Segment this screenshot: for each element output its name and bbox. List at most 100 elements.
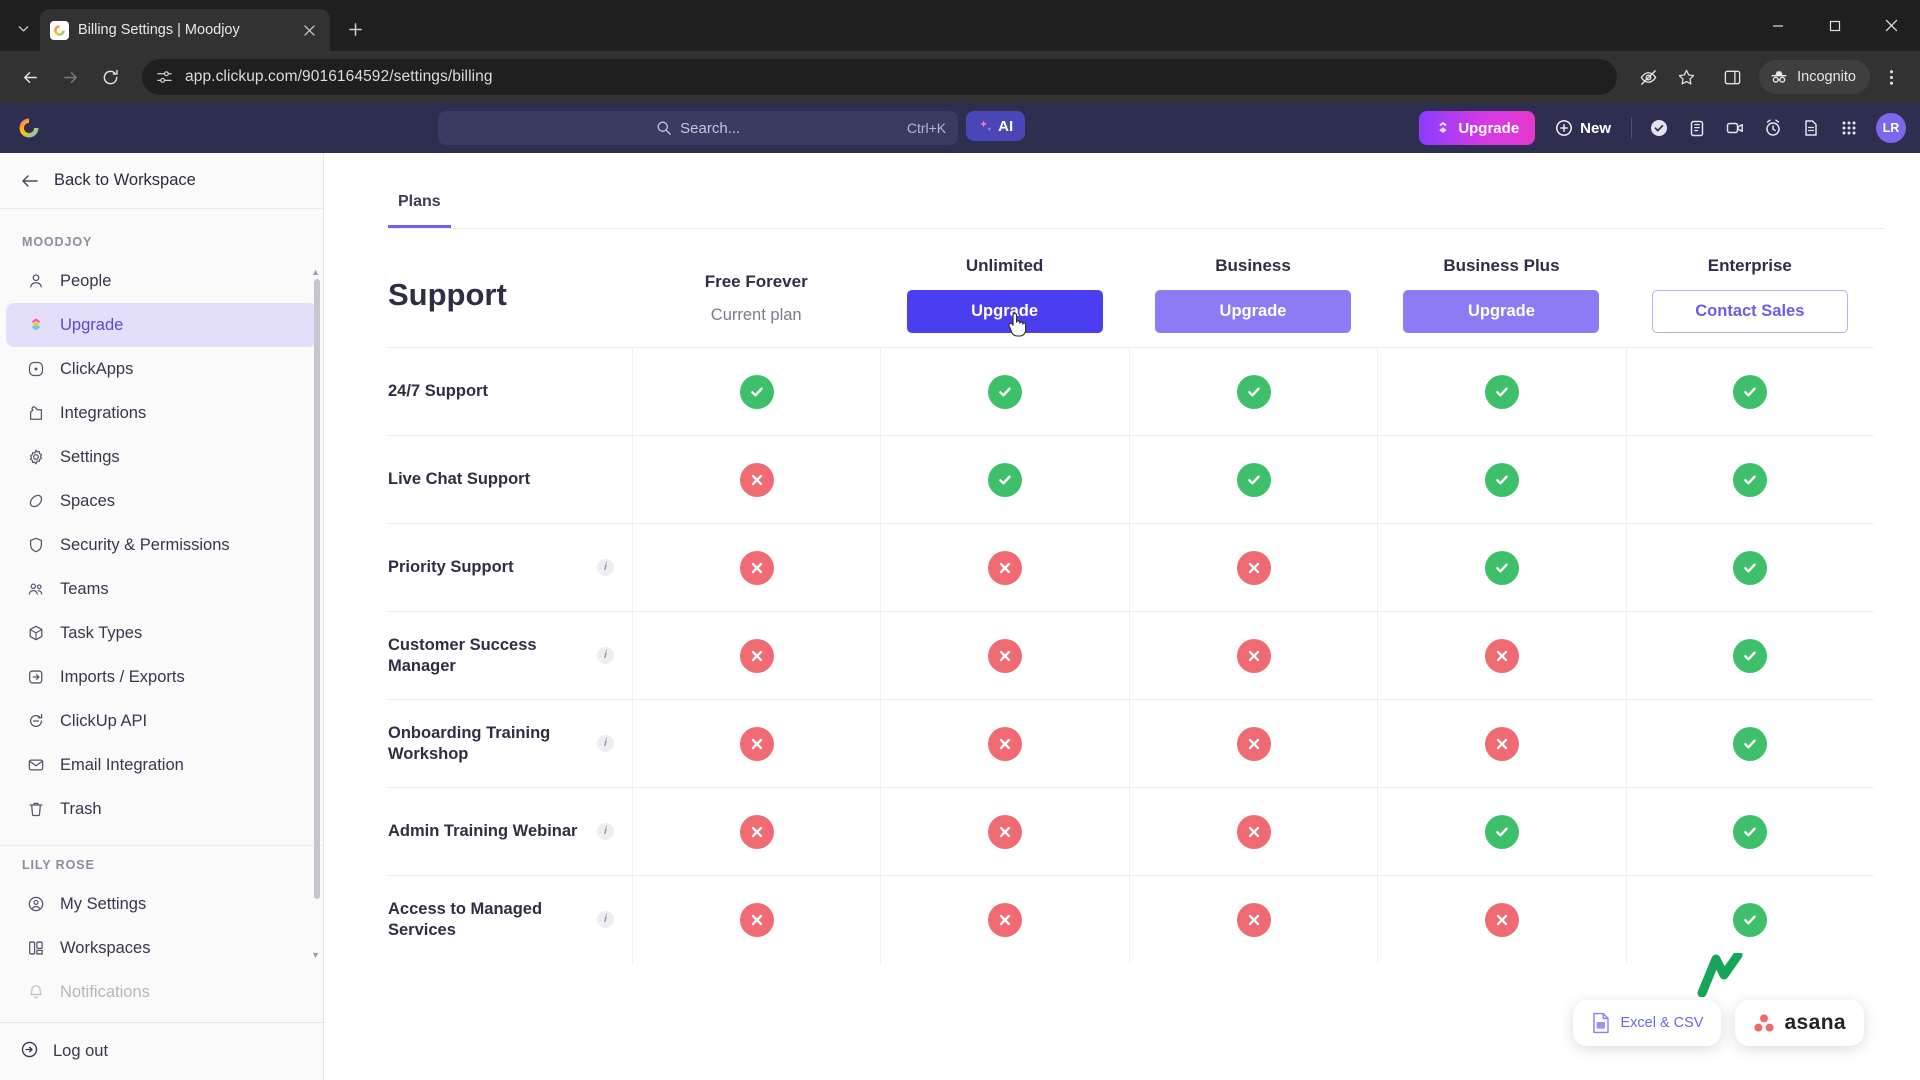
sidebar-scrollbar[interactable] xyxy=(314,279,320,899)
incognito-indicator[interactable]: Incognito xyxy=(1759,60,1870,94)
clickup-favicon-icon xyxy=(50,20,69,40)
info-icon[interactable]: i xyxy=(597,911,614,928)
x-circle-icon xyxy=(988,638,1023,673)
bookmark-star-icon[interactable] xyxy=(1669,60,1703,94)
upgrade-button-business[interactable]: Upgrade xyxy=(1155,290,1352,333)
tab-search-chevron-down-icon[interactable] xyxy=(6,11,40,45)
document-icon[interactable] xyxy=(1794,111,1828,145)
contact-sales-button[interactable]: Contact Sales xyxy=(1651,290,1848,333)
sidebar-item-security-permissions[interactable]: Security & Permissions xyxy=(6,523,317,567)
address-bar[interactable]: app.clickup.com/9016164592/settings/bill… xyxy=(142,59,1618,95)
browser-menu-kebab-icon[interactable] xyxy=(1874,60,1908,94)
header-upgrade-button[interactable]: Upgrade xyxy=(1419,111,1536,145)
sidebar-item-notifications[interactable]: Notifications xyxy=(6,970,317,1014)
video-camera-icon[interactable] xyxy=(1718,111,1752,145)
sidebar-item-email-integration[interactable]: Email Integration xyxy=(6,743,317,787)
sidebar-item-workspaces[interactable]: Workspaces xyxy=(6,926,317,970)
sidebar-item-label: ClickApps xyxy=(60,359,134,378)
back-button[interactable] xyxy=(12,59,48,95)
feature-value-cell xyxy=(1377,524,1625,611)
tab-plans[interactable]: Plans xyxy=(388,187,451,228)
sidebar-item-label: Email Integration xyxy=(60,755,184,774)
info-icon[interactable]: i xyxy=(597,823,614,840)
sidebar-item-label: Trash xyxy=(60,799,102,818)
user-avatar[interactable]: LR xyxy=(1876,113,1906,143)
alarm-clock-icon[interactable] xyxy=(1756,111,1790,145)
excel-csv-chip[interactable]: Excel & CSV xyxy=(1573,1000,1722,1046)
clickup-logo-icon[interactable] xyxy=(14,113,44,143)
sidebar-item-upgrade[interactable]: Upgrade xyxy=(6,303,317,347)
check-circle-icon[interactable] xyxy=(1642,111,1676,145)
tab-close-icon[interactable] xyxy=(298,19,320,41)
feature-value-cell xyxy=(1625,788,1874,875)
asana-chip[interactable]: asana xyxy=(1735,1000,1864,1046)
upgrade-label: Upgrade xyxy=(971,302,1039,320)
new-tab-button[interactable] xyxy=(338,12,372,46)
info-icon[interactable]: i xyxy=(597,735,614,752)
feature-value-cell xyxy=(632,700,880,787)
feature-name: Customer Success Manager xyxy=(388,635,537,675)
new-button[interactable]: New xyxy=(1545,111,1621,145)
feature-name: Access to Managed Services xyxy=(388,899,543,939)
feature-value-cell xyxy=(1128,700,1377,787)
back-to-workspace-button[interactable]: Back to Workspace xyxy=(0,153,323,209)
window-minimize-button[interactable] xyxy=(1749,0,1806,51)
asana-label: asana xyxy=(1784,1011,1846,1034)
rocket-upgrade-icon xyxy=(1435,120,1451,136)
check-circle-icon xyxy=(1733,726,1768,761)
apps-grid-icon[interactable] xyxy=(1832,111,1866,145)
shield-icon xyxy=(26,536,46,554)
x-circle-icon xyxy=(1236,638,1271,673)
search-input[interactable]: Search... Ctrl+K xyxy=(438,111,959,145)
app-header: Search... Ctrl+K AI Upgrade New LR xyxy=(0,103,1920,153)
plus-circle-icon xyxy=(1555,119,1573,137)
sidebar-item-teams[interactable]: Teams xyxy=(6,567,317,611)
sidebar-item-task-types[interactable]: Task Types xyxy=(6,611,317,655)
sidebar-item-imports-exports[interactable]: Imports / Exports xyxy=(6,655,317,699)
upgrade-button-business-plus[interactable]: Upgrade xyxy=(1403,290,1600,333)
header-divider xyxy=(1631,117,1632,139)
sidebar-item-spaces[interactable]: Spaces xyxy=(6,479,317,523)
check-circle-icon xyxy=(1733,462,1768,497)
plan-name: Business Plus xyxy=(1443,256,1560,275)
logout-label: Log out xyxy=(53,1042,109,1060)
window-close-button[interactable] xyxy=(1863,0,1920,51)
info-icon[interactable]: i xyxy=(597,647,614,664)
sidebar-item-clickup-api[interactable]: ClickUp API xyxy=(6,699,317,743)
sidebar-item-integrations[interactable]: Integrations xyxy=(6,391,317,435)
feature-row: Admin Training Webinar i xyxy=(388,787,1874,875)
sidebar-scroll-area: ▲ MOODJOY People Upgrade ClickApps Integ… xyxy=(0,209,323,1022)
feature-value-cell xyxy=(632,436,880,523)
sidebar-item-people[interactable]: People xyxy=(6,259,317,303)
feature-name-cell: Admin Training Webinar i xyxy=(388,821,632,842)
circle-dot-icon xyxy=(26,360,46,378)
scroll-up-arrow-icon[interactable]: ▲ xyxy=(311,267,320,277)
sidebar-item-label: Notifications xyxy=(60,982,150,1001)
ai-button[interactable]: AI xyxy=(966,111,1026,141)
info-icon[interactable]: i xyxy=(597,559,614,576)
sidebar-item-clickapps[interactable]: ClickApps xyxy=(6,347,317,391)
incognito-hat-icon xyxy=(1769,67,1789,87)
site-settings-icon[interactable] xyxy=(156,69,173,86)
clipboard-icon[interactable] xyxy=(1680,111,1714,145)
check-circle-icon xyxy=(1733,374,1768,409)
eye-off-icon[interactable] xyxy=(1631,60,1665,94)
workspaces-icon xyxy=(26,939,46,957)
feature-name-cell: 24/7 Support xyxy=(388,381,632,402)
app-body: Back to Workspace ▲ MOODJOY People Upgra… xyxy=(0,153,1920,1080)
sidebar-item-settings[interactable]: Settings xyxy=(6,435,317,479)
feature-value-cell xyxy=(1625,524,1874,611)
sidebar-item-my-settings[interactable]: My Settings xyxy=(6,882,317,926)
browser-tab[interactable]: Billing Settings | Moodjoy xyxy=(40,9,330,51)
forward-button[interactable] xyxy=(52,59,88,95)
logout-button[interactable]: Log out xyxy=(0,1022,323,1080)
side-panel-icon[interactable] xyxy=(1715,60,1749,94)
feature-value-cell xyxy=(1377,348,1625,435)
sidebar-divider xyxy=(0,845,323,846)
upgrade-button-unlimited[interactable]: Upgrade xyxy=(906,290,1103,337)
x-circle-icon xyxy=(1236,550,1271,585)
sidebar-item-trash[interactable]: Trash xyxy=(6,787,317,831)
scroll-down-arrow-icon[interactable]: ▼ xyxy=(311,950,320,960)
window-maximize-button[interactable] xyxy=(1806,0,1863,51)
reload-button[interactable] xyxy=(92,59,128,95)
